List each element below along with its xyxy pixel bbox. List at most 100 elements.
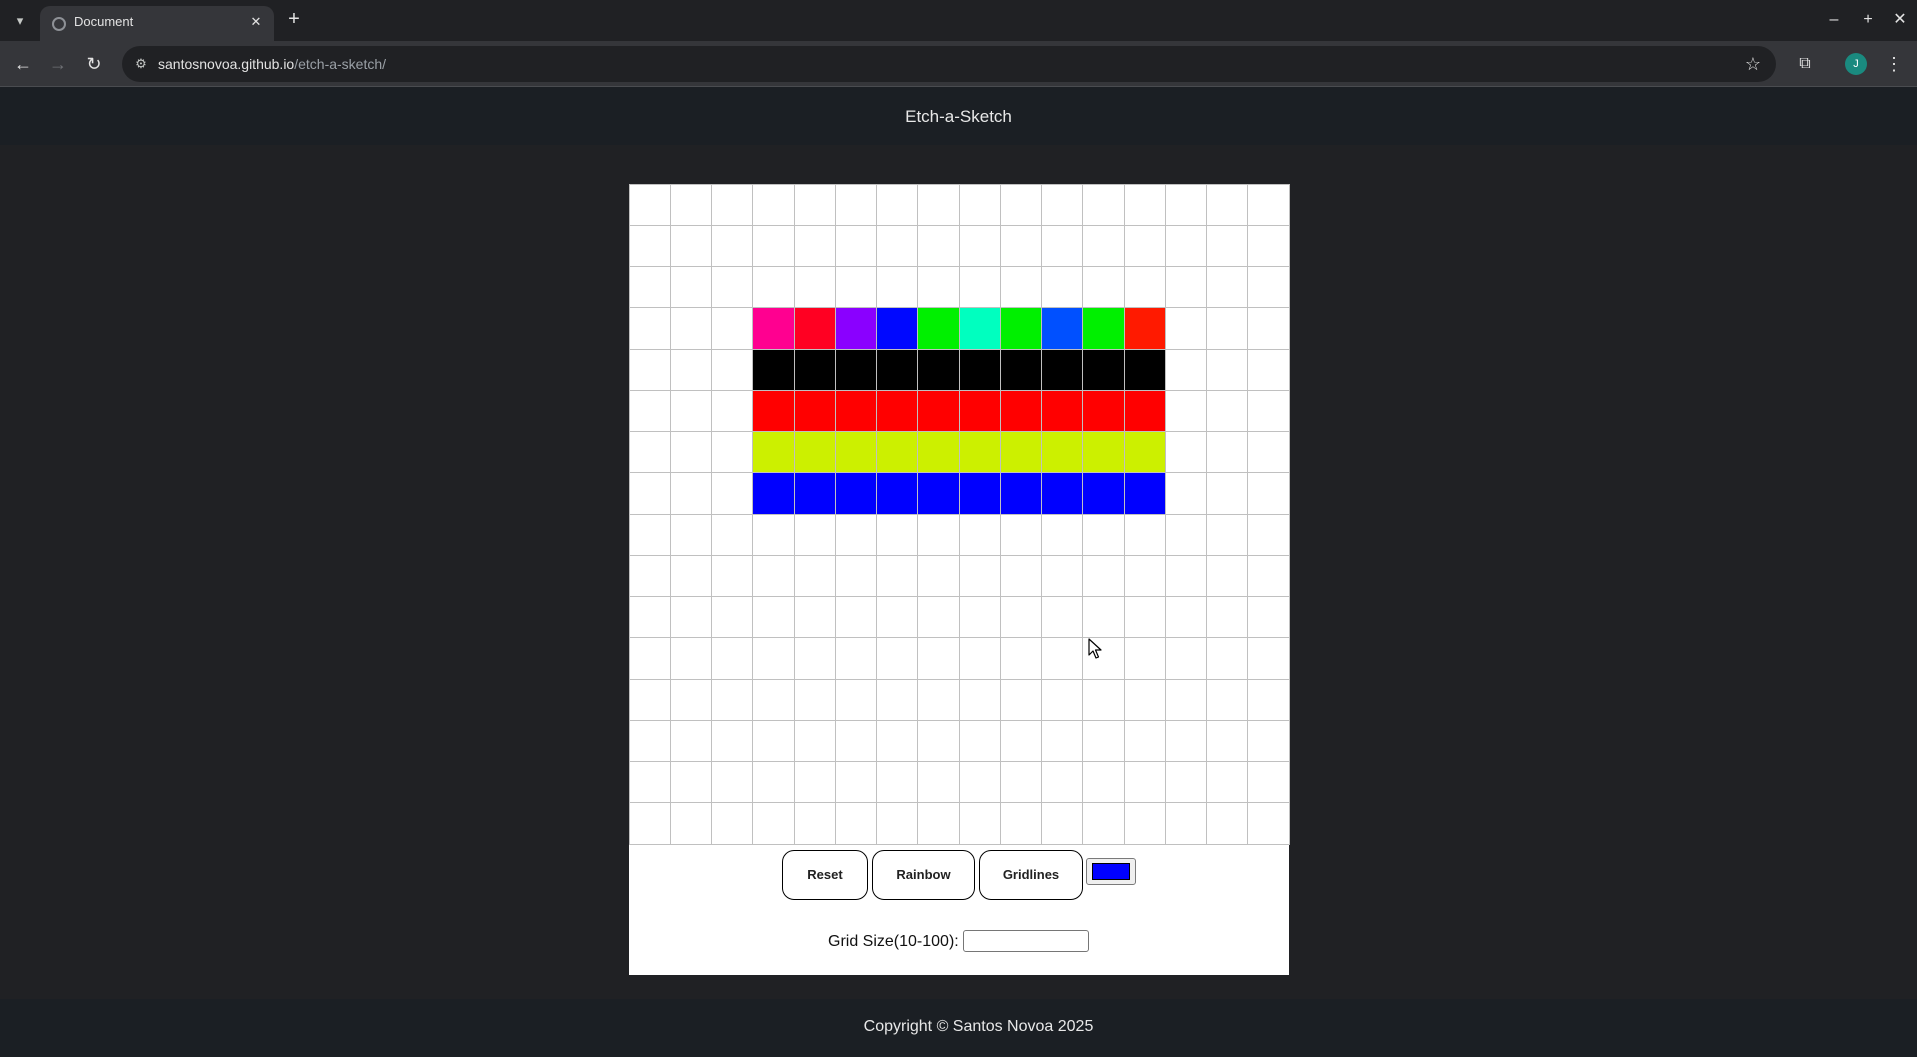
grid-cell[interactable] [834,307,877,350]
grid-cell[interactable] [917,266,960,309]
grid-cell[interactable] [1082,224,1125,267]
grid-cell[interactable] [834,596,877,639]
grid-cell[interactable] [1206,431,1249,474]
grid-cell[interactable] [876,389,919,432]
grid-cell[interactable] [628,554,671,597]
grid-cell[interactable] [1164,678,1207,721]
grid-cell[interactable] [1247,596,1290,639]
grid-cell[interactable] [834,719,877,762]
grid-cell[interactable] [876,224,919,267]
grid-cell[interactable] [752,472,795,515]
grid-cell[interactable] [1123,307,1166,350]
grid-cell[interactable] [876,348,919,391]
grid-cell[interactable] [917,761,960,804]
grid-cell[interactable] [1082,596,1125,639]
grid-cell[interactable] [958,472,1001,515]
star-icon[interactable]: ☆ [1742,53,1764,75]
grid-cell[interactable] [793,266,836,309]
grid-cell[interactable] [1247,307,1290,350]
grid-cell[interactable] [669,761,712,804]
minimize-icon[interactable]: – [1822,8,1846,32]
grid-cell[interactable] [793,307,836,350]
site-info-icon[interactable]: ⚙ [132,55,150,73]
color-picker[interactable] [1086,858,1136,885]
grid-cell[interactable] [834,348,877,391]
grid-cell[interactable] [793,183,836,226]
grid-cell[interactable] [1041,802,1084,845]
grid-cell[interactable] [958,554,1001,597]
grid-cell[interactable] [1164,348,1207,391]
grid-cell[interactable] [628,513,671,556]
gridlines-button[interactable]: Gridlines [979,850,1083,900]
grid-cell[interactable] [628,348,671,391]
grid-cell[interactable] [917,307,960,350]
grid-cell[interactable] [752,802,795,845]
plus-icon[interactable]: + [282,8,306,32]
grid-cell[interactable] [628,266,671,309]
grid-cell[interactable] [628,596,671,639]
grid-cell[interactable] [711,637,754,680]
grid-cell[interactable] [1164,389,1207,432]
grid-cell[interactable] [1206,596,1249,639]
grid-cell[interactable] [1041,224,1084,267]
grid-cell[interactable] [1247,183,1290,226]
grid-cell[interactable] [711,719,754,762]
grid-cell[interactable] [834,266,877,309]
grid-cell[interactable] [834,678,877,721]
grid-cell[interactable] [1206,554,1249,597]
grid-cell[interactable] [958,596,1001,639]
grid-cell[interactable] [628,307,671,350]
grid-cell[interactable] [1041,307,1084,350]
avatar[interactable]: J [1845,53,1867,75]
grid-cell[interactable] [711,183,754,226]
grid-cell[interactable] [999,554,1042,597]
grid-cell[interactable] [752,431,795,474]
grid-cell[interactable] [1123,431,1166,474]
grid-cell[interactable] [1206,513,1249,556]
url-text[interactable]: santosnovoa.github.io/etch-a-sketch/ [158,56,386,72]
grid-cell[interactable] [834,802,877,845]
grid-cell[interactable] [876,802,919,845]
grid-cell[interactable] [1164,637,1207,680]
grid-cell[interactable] [1206,802,1249,845]
grid-cell[interactable] [1082,431,1125,474]
grid-cell[interactable] [711,554,754,597]
grid-cell[interactable] [669,348,712,391]
grid-cell[interactable] [999,307,1042,350]
grid-cell[interactable] [1082,678,1125,721]
grid-cell[interactable] [669,266,712,309]
grid-cell[interactable] [917,389,960,432]
grid-cell[interactable] [711,224,754,267]
grid-cell[interactable] [752,307,795,350]
grid-cell[interactable] [999,719,1042,762]
grid-cell[interactable] [999,678,1042,721]
grid-cell[interactable] [1164,596,1207,639]
grid-cell[interactable] [1123,596,1166,639]
grid-cell[interactable] [1206,472,1249,515]
grid-cell[interactable] [876,183,919,226]
grid-cell[interactable] [1164,307,1207,350]
grid-cell[interactable] [958,224,1001,267]
grid-cell[interactable] [752,389,795,432]
grid-cell[interactable] [1041,472,1084,515]
kebab-menu-icon[interactable]: ⋮ [1882,51,1906,77]
grid-cell[interactable] [1206,348,1249,391]
grid-cell[interactable] [628,802,671,845]
grid-cell[interactable] [669,719,712,762]
grid-cell[interactable] [876,637,919,680]
grid-cell[interactable] [1123,761,1166,804]
grid-cell[interactable] [1247,513,1290,556]
grid-cell[interactable] [1041,389,1084,432]
grid-cell[interactable] [1206,224,1249,267]
grid-cell[interactable] [711,431,754,474]
grid-cell[interactable] [1082,183,1125,226]
grid-cell[interactable] [917,472,960,515]
close-window-icon[interactable]: ✕ [1888,8,1912,32]
grid-cell[interactable] [1082,719,1125,762]
grid-cell[interactable] [711,307,754,350]
grid-cell[interactable] [999,761,1042,804]
grid-cell[interactable] [1082,307,1125,350]
extensions-icon[interactable]: ⧉ [1792,51,1818,77]
grid-cell[interactable] [958,348,1001,391]
grid-cell[interactable] [1206,183,1249,226]
